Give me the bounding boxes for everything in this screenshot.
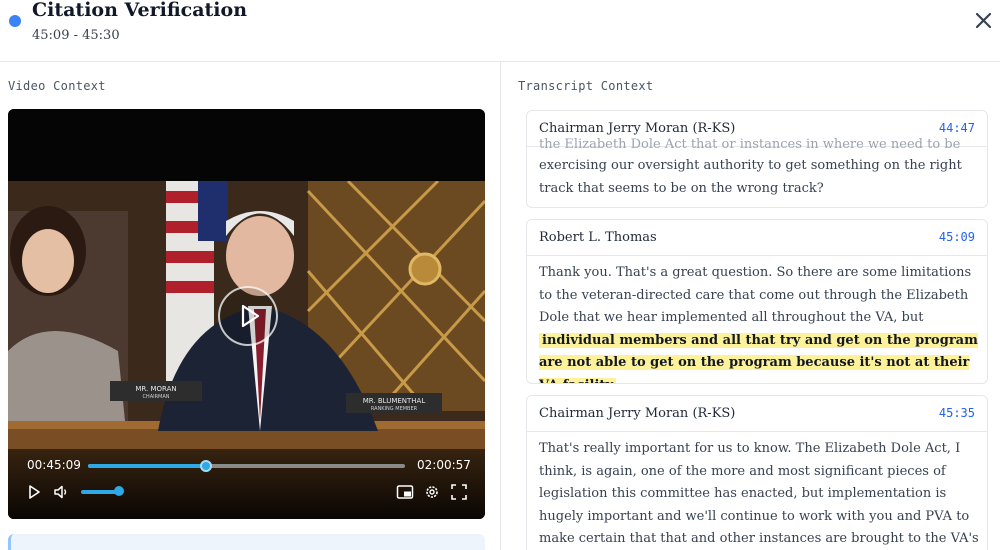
transcript-entry-active: Robert L. Thomas 45:09 Thank you. That's…: [526, 219, 988, 384]
progress-bar[interactable]: [88, 460, 405, 472]
timestamp-link[interactable]: 44:47: [939, 121, 975, 135]
column-divider: [500, 62, 501, 550]
transcript-text: Thank you. That's a great question. So t…: [539, 262, 979, 384]
transcript-entry-header: Robert L. Thomas 45:09: [527, 220, 987, 256]
duration-time: 02:00:57: [417, 458, 471, 472]
volume-icon[interactable]: [53, 483, 71, 501]
play-icon[interactable]: [25, 483, 43, 501]
cited-highlight: individual members and all that try and …: [539, 332, 978, 383]
transcript-text: exercising our oversight authority to ge…: [539, 158, 962, 196]
close-icon[interactable]: [970, 8, 996, 34]
video-player[interactable]: MR. MORAN CHAIRMAN MR. BLUMENTHAL RANKIN…: [8, 109, 485, 519]
play-icon: [241, 304, 260, 328]
nameplate-moran: MR. MORAN: [135, 385, 176, 393]
current-time: 00:45:09: [27, 458, 81, 472]
timestamp-link[interactable]: 45:09: [939, 230, 975, 244]
speaker-name: Chairman Jerry Moran (R-KS): [539, 406, 736, 421]
timestamp-link[interactable]: 45:35: [939, 406, 975, 420]
video-context-label: Video Context: [8, 79, 106, 93]
speaker-name: Robert L. Thomas: [539, 230, 657, 245]
nameplate-moran-role: CHAIRMAN: [142, 394, 169, 400]
text-before-highlight: Thank you. That's a great question. So t…: [539, 265, 972, 325]
nameplate-blumenthal-role: RANKING MEMBER: [371, 406, 418, 412]
transcript-entry-header: Chairman Jerry Moran (R-KS) 45:35: [527, 396, 987, 432]
status-dot: [9, 15, 21, 27]
nameplate-blumenthal: MR. BLUMENTHAL: [363, 397, 426, 405]
transcript-cut-line: the Elizabeth Dole Act that or instances…: [539, 134, 979, 150]
cut-line-text: the Elizabeth Dole Act that or instances…: [539, 137, 961, 150]
transcript-text: That's really important for us to know. …: [539, 441, 979, 546]
settings-gear-icon[interactable]: [423, 483, 441, 501]
transcript-context-label: Transcript Context: [518, 79, 654, 93]
page-title: Citation Verification: [32, 0, 248, 21]
text-after-highlight: .: [616, 378, 620, 384]
time-range: 45:09 - 45:30: [32, 28, 120, 43]
picture-in-picture-icon[interactable]: [396, 483, 414, 501]
fullscreen-icon[interactable]: [450, 483, 468, 501]
transcript-entry: Chairman Jerry Moran (R-KS) 45:35 That's…: [526, 395, 988, 550]
citation-note-box: [8, 534, 485, 550]
transcript-entry: Chairman Jerry Moran (R-KS) 44:47 the El…: [526, 110, 988, 208]
play-overlay-button[interactable]: [218, 286, 278, 346]
video-letterbox: [8, 109, 485, 181]
header: Citation Verification 45:09 - 45:30: [0, 0, 1000, 62]
progress-fill: [88, 464, 207, 468]
volume-thumb[interactable]: [114, 486, 124, 496]
